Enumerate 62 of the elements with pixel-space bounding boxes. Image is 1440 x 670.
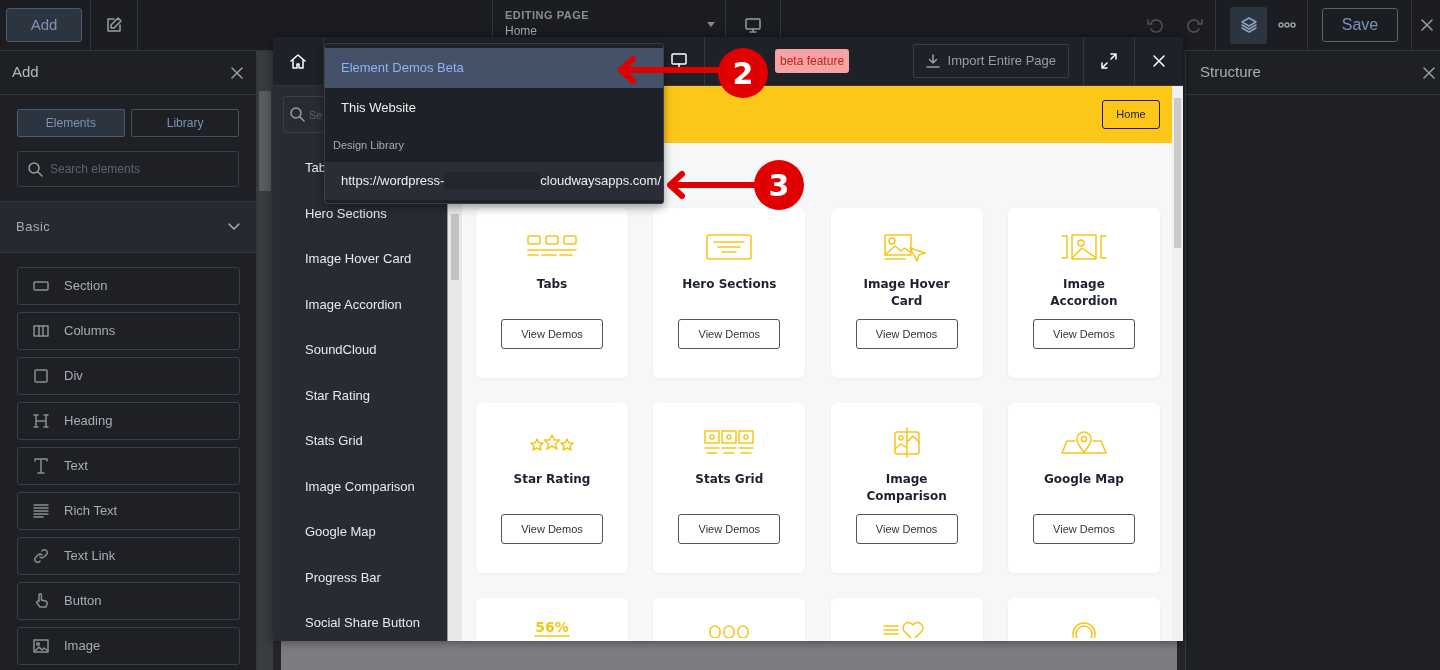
element-item[interactable]: Text — [17, 447, 240, 485]
element-label: Heading — [64, 412, 113, 431]
element-item[interactable]: Div — [17, 357, 240, 395]
card-title: Star Rating — [512, 471, 592, 488]
card-title: Stats Grid — [694, 471, 765, 488]
editing-label: EDITING PAGE — [505, 10, 590, 21]
save-button[interactable]: Save — [1322, 8, 1398, 42]
category-item[interactable]: Social Share Button — [273, 600, 447, 641]
card-title: Image Comparison — [865, 471, 948, 505]
panel-title: Structure — [1200, 62, 1261, 83]
nav-button[interactable]: Home — [1102, 100, 1160, 129]
card-title: Image Hover Card — [862, 276, 951, 310]
import-button[interactable]: Import Entire Page — [912, 44, 1069, 78]
beta-badge: beta feature — [775, 49, 850, 73]
card-title: Google Map — [1042, 471, 1125, 488]
element-item[interactable]: Image — [17, 627, 240, 665]
category-item[interactable]: SoundCloud — [273, 327, 447, 373]
menu-group-label: Design Library — [332, 137, 405, 153]
view-demos-button[interactable]: View Demos — [1032, 319, 1135, 349]
view-demos-button[interactable]: View Demos — [501, 514, 603, 544]
icon-text: 56% — [535, 620, 569, 634]
element-item[interactable]: Button — [17, 582, 240, 620]
element-item[interactable]: Heading — [17, 402, 240, 440]
element-label: Columns — [64, 322, 116, 341]
search-field[interactable]: Search elements — [17, 151, 239, 187]
element-item[interactable]: Rich Text — [17, 492, 240, 530]
element-label: Text Link — [64, 547, 116, 566]
category-item[interactable]: Star Rating — [273, 372, 447, 418]
element-item[interactable]: Text Link — [17, 537, 240, 575]
add-button[interactable]: Add — [6, 8, 82, 42]
menu-option[interactable]: This Website — [325, 88, 663, 128]
category-item[interactable]: Stats Grid — [273, 418, 447, 464]
card-title: Image Accordion — [1049, 276, 1119, 310]
card-title: Tabs — [535, 276, 569, 293]
category-item[interactable]: Progress Bar — [273, 554, 447, 600]
card-title: Hero Sections — [681, 276, 778, 293]
section-title: Basic — [16, 218, 51, 237]
page-name[interactable]: Home — [505, 25, 590, 37]
menu-option[interactable]: Element Demos Beta — [325, 48, 663, 88]
category-item[interactable]: Image Comparison — [273, 463, 447, 509]
element-item[interactable]: Columns — [17, 312, 240, 350]
view-demos-button[interactable]: View Demos — [678, 319, 781, 349]
category-item[interactable]: Image Accordion — [273, 281, 447, 327]
view-demos-button[interactable]: View Demos — [1032, 514, 1135, 544]
panel-tab[interactable]: Library — [131, 109, 239, 137]
element-item[interactable]: Section — [17, 267, 240, 305]
panel-title: Add — [12, 62, 39, 83]
view-demos-button[interactable]: View Demos — [855, 319, 958, 349]
category-item[interactable]: Image Hover Card — [273, 236, 447, 282]
view-demos-button[interactable]: View Demos — [501, 319, 603, 349]
panel-tab[interactable]: Elements — [17, 109, 125, 137]
element-label: Image — [64, 637, 101, 656]
view-demos-button[interactable]: View Demos — [855, 514, 958, 544]
element-label: Section — [64, 277, 108, 296]
element-label: Button — [64, 592, 102, 611]
element-label: Text — [64, 457, 88, 476]
menu-option[interactable]: https://wordpress- cloudwaysapps.com/ — [325, 162, 663, 200]
element-label: Div — [64, 367, 83, 386]
section-header[interactable]: Basic — [0, 201, 256, 253]
element-label: Rich Text — [64, 502, 118, 521]
category-item[interactable]: Google Map — [273, 509, 447, 555]
view-demos-button[interactable]: View Demos — [678, 514, 781, 544]
